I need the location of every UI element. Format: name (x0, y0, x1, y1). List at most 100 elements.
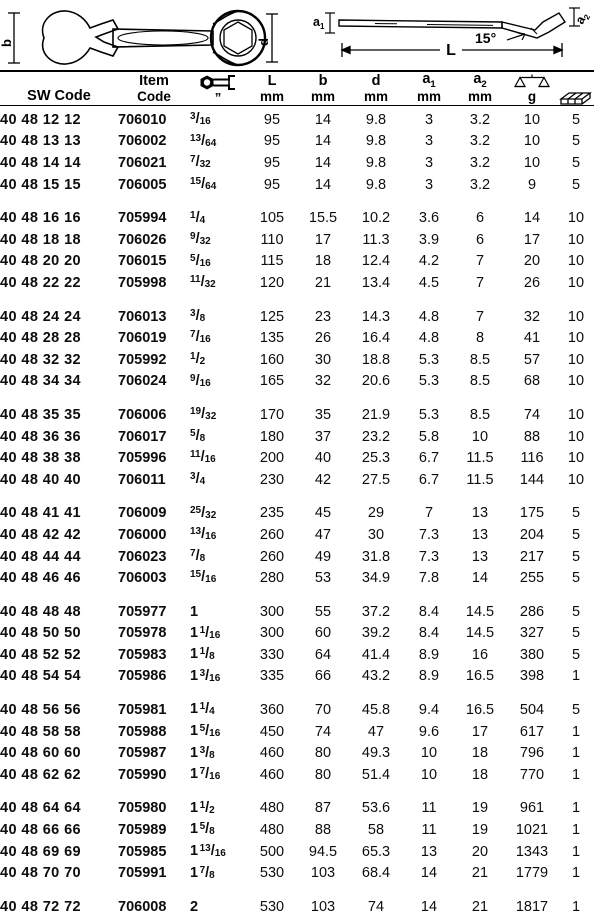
table-row[interactable]: 40 48 34 34 706024 9/16 165 32 20.6 5.3 8.5 68 10 (0, 367, 594, 389)
table-row[interactable]: 40 48 35 35 706006 19/32 170 35 21.9 5.3 8.5 74 1… (0, 401, 594, 423)
table-row[interactable]: 40 48 70 70 705991 1 7/8 530 103 68.4 14 21 1779 1 (0, 859, 594, 881)
cell-sw-code: 40 48 62 62 (0, 766, 81, 783)
cell-weight: 255 (519, 570, 545, 587)
cell-weight: 217 (519, 548, 545, 565)
cell-item-code: 705987 (118, 745, 167, 762)
cell-d: 49.3 (361, 745, 391, 762)
cell-a1: 5.8 (418, 428, 440, 445)
cell-pack-qty: 5 (571, 548, 581, 565)
table-row[interactable]: 40 48 22 22 705998 11/32 120 21 13.4 4.5 7 26 10 (0, 269, 594, 291)
table-row[interactable]: 40 48 13 13 706002 13/64 95 14 9.8 3 3.2 10 5 (0, 127, 594, 149)
cell-sw-code: 40 48 24 24 (0, 308, 81, 325)
cell-inch-size: 1/4 (190, 209, 206, 226)
column-header-pack-qty (558, 72, 594, 105)
table-row[interactable]: 40 48 14 14 706021 7/32 95 14 9.8 3 3.2 10 5 (0, 149, 594, 171)
cell-d: 34.9 (361, 570, 391, 587)
cell-sw-code: 40 48 64 64 (0, 800, 81, 817)
cell-item-code: 706006 (118, 406, 167, 423)
cell-length: 105 (259, 210, 285, 227)
cell-b: 55 (314, 603, 332, 620)
cell-sw-code: 40 48 41 41 (0, 505, 81, 522)
cell-weight: 10 (523, 133, 541, 150)
cell-a2: 7 (475, 253, 485, 270)
table-row[interactable]: 40 48 64 64 705980 1 1/2 480 87 53.6 11 19 961 1 (0, 794, 594, 816)
cell-d: 9.8 (365, 176, 387, 193)
cell-a2: 8.5 (469, 351, 491, 368)
cell-weight: 57 (523, 351, 541, 368)
cell-a2: 18 (471, 766, 489, 783)
cell-sw-code: 40 48 20 20 (0, 253, 81, 270)
table-row[interactable]: 40 48 58 58 705988 1 5/16 450 74 47 9.6 17 617 1 (0, 718, 594, 740)
cell-weight: 20 (523, 253, 541, 270)
table-row[interactable]: 40 48 41 41 706009 25/32 235 45 29 7 13 175 5 (0, 499, 594, 521)
cell-b: 32 (314, 373, 332, 390)
cell-b: 64 (314, 646, 332, 663)
cell-d: 12.4 (361, 253, 391, 270)
table-row[interactable]: 40 48 12 12 706010 3/16 95 14 9.8 3 3.2 10 5 (0, 106, 594, 128)
table-row[interactable]: 40 48 15 15 706005 15/64 95 14 9.8 3 3.2 9 5 (0, 171, 594, 193)
cell-inch-size: 1 1/4 (190, 701, 215, 718)
cell-b: 74 (314, 723, 332, 740)
table-row[interactable]: 40 48 24 24 706013 3/8 125 23 14.3 4.8 7 32 10 (0, 302, 594, 324)
table-row[interactable]: 40 48 48 48 705977 1 300 55 37.2 8.4 14.5 286 5 (0, 598, 594, 620)
cell-length: 95 (263, 111, 281, 128)
cell-a2: 19 (471, 800, 489, 817)
cell-a1: 10 (420, 745, 438, 762)
cell-a1: 3 (424, 176, 434, 193)
cell-item-code: 706019 (118, 330, 167, 347)
cell-item-code: 706002 (118, 133, 167, 150)
cell-inch-size: 15/64 (190, 175, 217, 193)
table-row[interactable]: 40 48 52 52 705983 1 1/8 330 64 41.4 8.9 16 380 5 (0, 641, 594, 663)
cell-pack-qty: 10 (567, 428, 585, 445)
cell-a1: 4.8 (418, 308, 440, 325)
scales-icon (506, 73, 558, 90)
cell-a1: 5.3 (418, 373, 440, 390)
cell-b: 21 (314, 274, 332, 291)
table-row[interactable]: 40 48 18 18 706026 9/32 110 17 11.3 3.9 6 17 10 (0, 226, 594, 248)
cell-a2: 3.2 (469, 155, 491, 171)
table-row[interactable]: 40 48 20 20 706015 5/16 115 18 12.4 4.2 7 20 10 (0, 247, 594, 269)
cell-weight: 380 (519, 646, 545, 663)
cell-inch-size: 3/8 (190, 307, 206, 325)
cell-b: 103 (310, 898, 336, 915)
column-header-d-label: d (371, 73, 381, 90)
cell-d: 9.8 (365, 133, 387, 150)
cell-sw-code: 40 48 36 36 (0, 428, 81, 445)
cell-sw-code: 40 48 54 54 (0, 668, 81, 685)
column-header-sw-code: SW Code (0, 72, 118, 105)
cell-length: 300 (259, 625, 285, 642)
cell-a1: 3 (424, 111, 434, 128)
cell-inch-size: 1 7/8 (190, 864, 215, 881)
cell-pack-qty: 10 (567, 253, 585, 270)
cell-pack-qty: 5 (571, 111, 581, 128)
cell-a1: 8.9 (418, 668, 440, 685)
table-row[interactable]: 40 48 56 56 705981 1 1/4 360 70 45.8 9.4 16.5 504… (0, 696, 594, 718)
table-row[interactable]: 40 48 28 28 706019 7/16 135 26 16.4 4.8 8 41 10 (0, 324, 594, 346)
column-header-weight: g (506, 72, 558, 105)
table-row[interactable]: 40 48 44 44 706023 7/8 260 49 31.8 7.3 13 217 5 (0, 542, 594, 564)
table-row[interactable]: 40 48 62 62 705990 1 7/16 460 80 51.4 10 18 770 1 (0, 761, 594, 783)
cell-pack-qty: 5 (571, 702, 581, 719)
cell-inch-size: 11/32 (190, 274, 216, 291)
table-row[interactable]: 40 48 38 38 705996 11/16 200 40 25.3 6.7 11.5 11… (0, 444, 594, 466)
cell-weight: 504 (519, 702, 545, 719)
cell-d: 45.8 (361, 702, 391, 719)
cell-a1: 3 (424, 155, 434, 171)
table-row[interactable]: 40 48 54 54 705986 1 3/16 335 66 43.2 8.9 16.5 39… (0, 662, 594, 684)
table-row[interactable]: 40 48 60 60 705987 1 3/8 460 80 49.3 10 18 796 1 (0, 739, 594, 761)
cell-sw-code: 40 48 72 72 (0, 898, 81, 915)
table-row[interactable]: 40 48 32 32 705992 1/2 160 30 18.8 5.3 8.5 57 10 (0, 346, 594, 368)
cell-a1: 8.4 (418, 625, 440, 642)
table-row[interactable]: 40 48 46 46 706003 15/16 280 53 34.9 7.8 14 255 5 (0, 564, 594, 586)
table-row[interactable]: 40 48 42 42 706000 13/16 260 47 30 7.3 13 204 5 (0, 521, 594, 543)
table-row[interactable]: 40 48 72 72 706008 2 530 103 74 14 21 1817 1 (0, 893, 594, 915)
table-row[interactable]: 40 48 50 50 705978 1 1/16 300 60 39.2 8.4 14.5 32… (0, 619, 594, 641)
cell-weight: 398 (519, 668, 545, 685)
diagram-label-a2: a2 (573, 9, 593, 27)
table-row[interactable]: 40 48 16 16 705994 1/4 105 15.5 10.2 3.6 6 14 10 (0, 204, 594, 226)
cell-a2: 7 (475, 308, 485, 325)
table-row[interactable]: 40 48 66 66 705989 1 5/8 480 88 58 11 19 1021 1 (0, 816, 594, 838)
table-row[interactable]: 40 48 40 40 706011 3/4 230 42 27.5 6.7 11.5 144 1… (0, 466, 594, 488)
table-row[interactable]: 40 48 36 36 706017 5/8 180 37 23.2 5.8 10 88 10 (0, 422, 594, 444)
cell-weight: 204 (519, 526, 545, 543)
